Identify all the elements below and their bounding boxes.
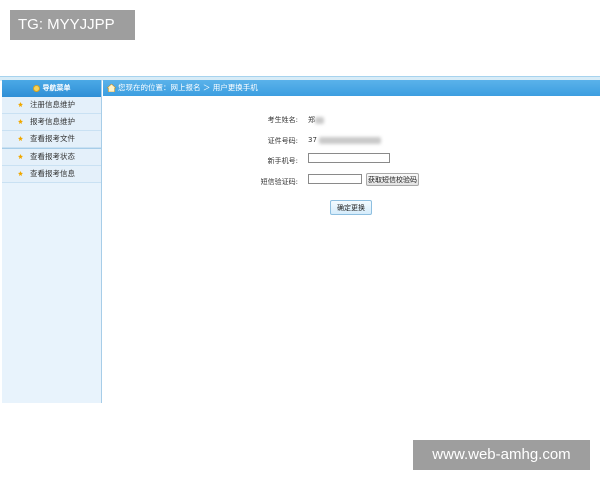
sidebar-item-label: 查看报考信息	[30, 169, 75, 178]
app-frame: 导航菜单 注册信息维护 报考信息维护 查看报考文件 查看报考状态 查看报考信息 …	[0, 76, 600, 404]
get-sms-code-button[interactable]: 获取短信校验码	[366, 173, 419, 186]
sms-code-label: 短信验证码:	[260, 178, 298, 186]
sidebar-item-apply-details[interactable]: 查看报考信息	[2, 166, 101, 183]
name-label: 考生姓名:	[267, 116, 298, 124]
id-value: 37	[308, 136, 381, 144]
new-phone-label: 新手机号:	[267, 157, 298, 165]
name-value: 郑	[308, 115, 324, 125]
sidebar-header: 导航菜单	[2, 80, 101, 97]
name-value-text: 郑	[308, 116, 315, 124]
breadcrumb-text: 您现在的位置：网上报名 ＞ 用户更换手机	[118, 83, 258, 92]
sidebar-item-label: 报考信息维护	[30, 117, 75, 126]
sidebar-item-apply-status[interactable]: 查看报考状态	[2, 148, 101, 166]
breadcrumb: 您现在的位置：网上报名 ＞ 用户更换手机	[103, 80, 600, 96]
blurred-name	[315, 116, 324, 124]
home-icon	[107, 84, 116, 92]
sidebar-header-label: 导航菜单	[42, 84, 71, 92]
sidebar-item-label: 注册信息维护	[30, 100, 75, 109]
watermark-bottom-right: www.web-amhg.com	[413, 440, 590, 470]
sidebar-item-apply-info[interactable]: 报考信息维护	[2, 114, 101, 131]
star-bullet-icon	[18, 154, 23, 159]
watermark-top-left: TG: MYYJJPP	[10, 10, 135, 40]
star-bullet-icon	[18, 102, 23, 107]
sidebar-item-label: 查看报考文件	[30, 134, 75, 143]
nav-menu-icon	[32, 84, 40, 92]
sidebar: 导航菜单 注册信息维护 报考信息维护 查看报考文件 查看报考状态 查看报考信息	[2, 80, 102, 403]
star-bullet-icon	[18, 171, 23, 176]
new-phone-input[interactable]	[308, 153, 390, 163]
sidebar-item-apply-files[interactable]: 查看报考文件	[2, 131, 101, 148]
star-bullet-icon	[18, 119, 23, 124]
confirm-change-button[interactable]: 确定更换	[330, 200, 372, 215]
id-label: 证件号码:	[267, 137, 298, 145]
id-value-text: 37	[308, 136, 317, 144]
sidebar-item-label: 查看报考状态	[30, 152, 75, 161]
sidebar-item-register-info[interactable]: 注册信息维护	[2, 97, 101, 114]
star-bullet-icon	[18, 136, 23, 141]
blurred-id	[318, 136, 381, 144]
sms-code-input[interactable]	[308, 174, 362, 184]
